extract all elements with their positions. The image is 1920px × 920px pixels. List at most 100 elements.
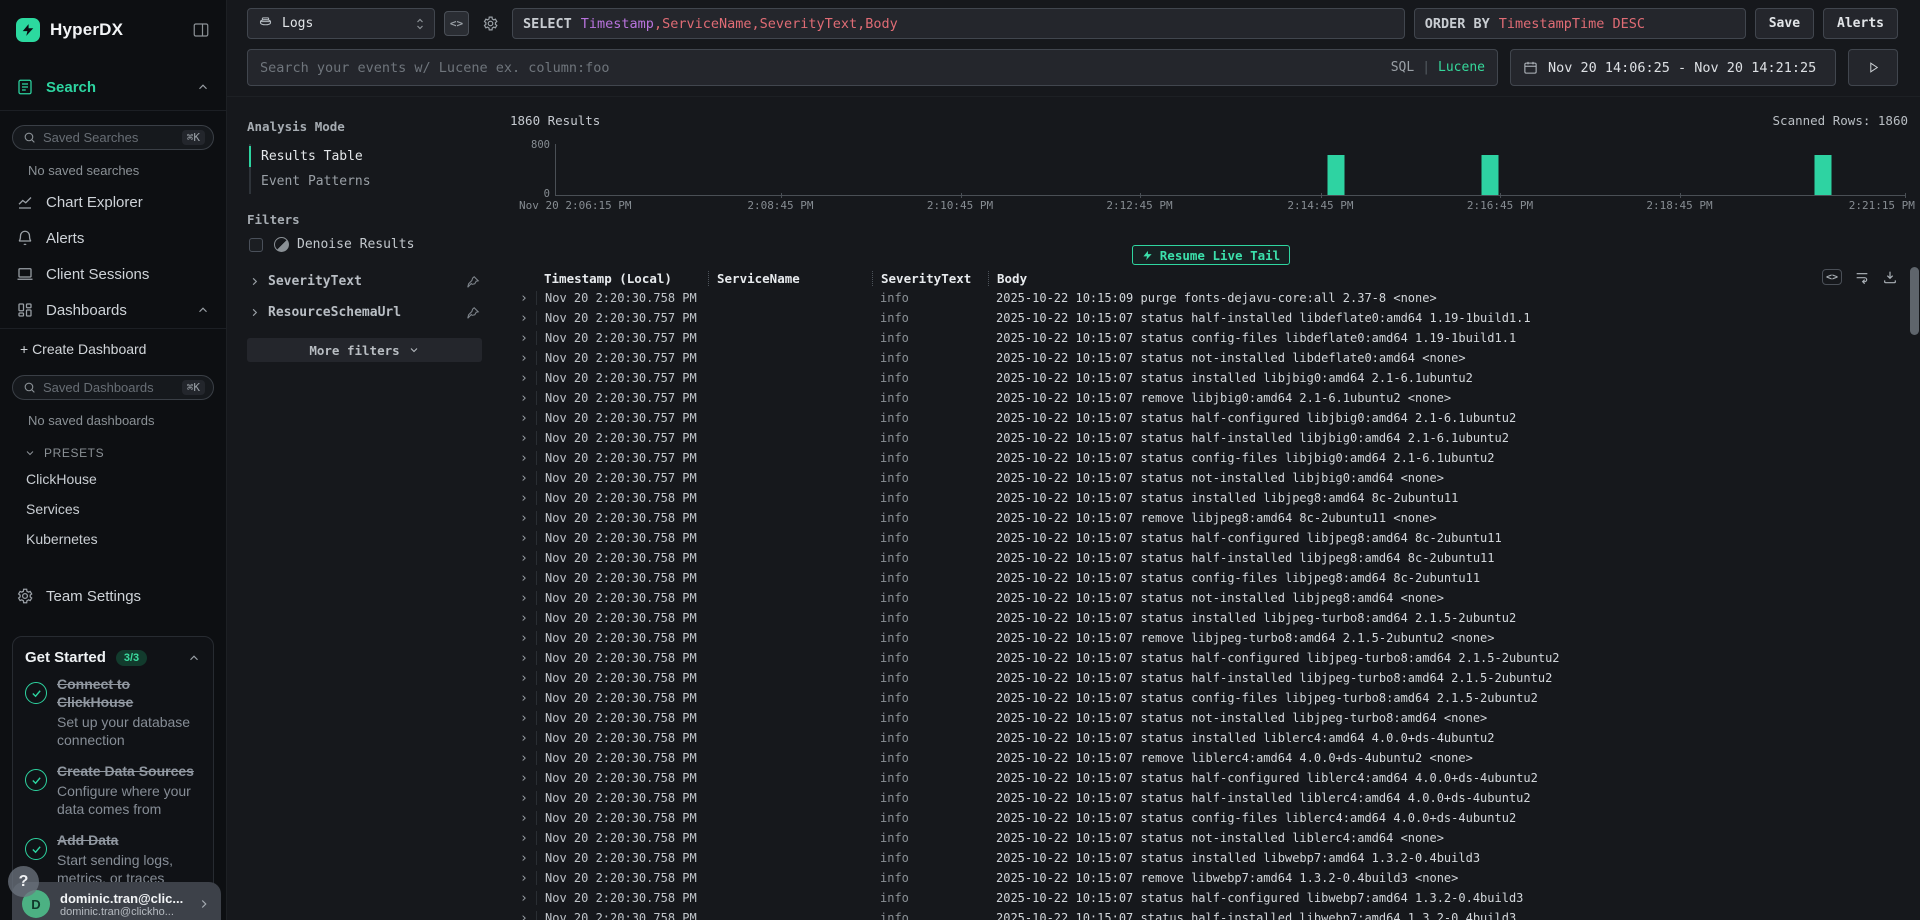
table-row[interactable]: ›Nov 20 2:20:30.758 PMinfo2025-10-22 10:… — [510, 828, 1912, 848]
sidebar-item-team-settings[interactable]: Team Settings — [0, 578, 226, 614]
row-expand-chevron[interactable]: › — [510, 411, 536, 426]
column-header-servicename[interactable]: ServiceName — [708, 271, 872, 286]
row-expand-chevron[interactable]: › — [510, 631, 536, 646]
row-expand-chevron[interactable]: › — [510, 451, 536, 466]
select-columns-input[interactable]: SELECT Timestamp,ServiceName,SeverityTex… — [512, 8, 1405, 39]
row-expand-chevron[interactable]: › — [510, 911, 536, 920]
sidebar-item-search[interactable]: Search — [0, 64, 226, 111]
run-query-button[interactable] — [1848, 49, 1898, 86]
table-row[interactable]: ›Nov 20 2:20:30.758 PMinfo2025-10-22 10:… — [510, 488, 1912, 508]
chevron-up-icon[interactable] — [187, 651, 201, 665]
table-row[interactable]: ›Nov 20 2:20:30.758 PMinfo2025-10-22 10:… — [510, 588, 1912, 608]
table-row[interactable]: ›Nov 20 2:20:30.758 PMinfo2025-10-22 10:… — [510, 668, 1912, 688]
wrap-lines-icon[interactable] — [1854, 269, 1870, 285]
mode-results-table[interactable]: Results Table — [251, 144, 482, 169]
row-expand-chevron[interactable]: › — [510, 311, 536, 326]
table-row[interactable]: ›Nov 20 2:20:30.757 PMinfo2025-10-22 10:… — [510, 468, 1912, 488]
filter-group-resourceschemaurl[interactable]: ResourceSchemaUrl — [247, 297, 482, 328]
table-row[interactable]: ›Nov 20 2:20:30.758 PMinfo2025-10-22 10:… — [510, 628, 1912, 648]
lucene-mode-option[interactable]: Lucene — [1438, 60, 1485, 75]
row-expand-chevron[interactable]: › — [510, 891, 536, 906]
table-row[interactable]: ›Nov 20 2:20:30.758 PMinfo2025-10-22 10:… — [510, 708, 1912, 728]
vertical-scrollbar[interactable] — [1910, 267, 1919, 920]
row-expand-chevron[interactable]: › — [510, 571, 536, 586]
sidebar-item-client-sessions[interactable]: Client Sessions — [0, 256, 226, 292]
more-filters-button[interactable]: More filters — [247, 338, 482, 362]
row-expand-chevron[interactable]: › — [510, 771, 536, 786]
chevron-up-icon[interactable] — [196, 303, 210, 317]
table-row[interactable]: ›Nov 20 2:20:30.758 PMinfo2025-10-22 10:… — [510, 288, 1912, 308]
create-dashboard-button[interactable]: + Create Dashboard — [0, 329, 226, 361]
row-expand-chevron[interactable]: › — [510, 691, 536, 706]
table-row[interactable]: ›Nov 20 2:20:30.757 PMinfo2025-10-22 10:… — [510, 308, 1912, 328]
row-expand-chevron[interactable]: › — [510, 871, 536, 886]
table-row[interactable]: ›Nov 20 2:20:30.757 PMinfo2025-10-22 10:… — [510, 368, 1912, 388]
column-header-severitytext[interactable]: SeverityText — [872, 271, 988, 286]
denoise-checkbox[interactable] — [249, 238, 263, 252]
table-row[interactable]: ›Nov 20 2:20:30.758 PMinfo2025-10-22 10:… — [510, 808, 1912, 828]
row-expand-chevron[interactable]: › — [510, 431, 536, 446]
table-row[interactable]: ›Nov 20 2:20:30.757 PMinfo2025-10-22 10:… — [510, 328, 1912, 348]
preset-kubernetes[interactable]: Kubernetes — [0, 524, 226, 554]
column-header-timestamp[interactable]: Timestamp (Local) — [536, 271, 708, 286]
help-button[interactable]: ? — [8, 866, 39, 897]
query-settings-button[interactable] — [478, 11, 503, 36]
pin-icon[interactable] — [466, 306, 480, 320]
sidebar-item-dashboards[interactable]: Dashboards — [0, 292, 226, 329]
row-expand-chevron[interactable]: › — [510, 351, 536, 366]
row-expand-chevron[interactable]: › — [510, 651, 536, 666]
table-row[interactable]: ›Nov 20 2:20:30.758 PMinfo2025-10-22 10:… — [510, 788, 1912, 808]
row-expand-chevron[interactable]: › — [510, 671, 536, 686]
event-search-input[interactable]: Search your events w/ Lucene ex. column:… — [247, 49, 1498, 86]
user-menu[interactable]: D dominic.tran@clic... dominic.tran@clic… — [12, 882, 221, 920]
table-row[interactable]: ›Nov 20 2:20:30.758 PMinfo2025-10-22 10:… — [510, 568, 1912, 588]
table-row[interactable]: ›Nov 20 2:20:30.757 PMinfo2025-10-22 10:… — [510, 428, 1912, 448]
filter-group-severitytext[interactable]: SeverityText — [247, 266, 482, 297]
table-row[interactable]: ›Nov 20 2:20:30.758 PMinfo2025-10-22 10:… — [510, 728, 1912, 748]
sidebar-collapse-icon[interactable] — [192, 21, 210, 39]
order-by-input[interactable]: ORDER BY TimestampTime DESC — [1414, 8, 1746, 39]
code-view-icon[interactable]: <> — [1822, 269, 1842, 285]
row-expand-chevron[interactable]: › — [510, 491, 536, 506]
saved-dashboards-input[interactable]: Saved Dashboards ⌘K — [12, 375, 214, 400]
row-expand-chevron[interactable]: › — [510, 371, 536, 386]
scrollbar-thumb[interactable] — [1910, 267, 1919, 335]
table-row[interactable]: ›Nov 20 2:20:30.758 PMinfo2025-10-22 10:… — [510, 848, 1912, 868]
table-row[interactable]: ›Nov 20 2:20:30.758 PMinfo2025-10-22 10:… — [510, 868, 1912, 888]
row-expand-chevron[interactable]: › — [510, 851, 536, 866]
table-row[interactable]: ›Nov 20 2:20:30.758 PMinfo2025-10-22 10:… — [510, 548, 1912, 568]
save-button[interactable]: Save — [1755, 8, 1814, 39]
row-expand-chevron[interactable]: › — [510, 471, 536, 486]
preset-clickhouse[interactable]: ClickHouse — [0, 464, 226, 494]
row-expand-chevron[interactable]: › — [510, 591, 536, 606]
preset-services[interactable]: Services — [0, 494, 226, 524]
pin-icon[interactable] — [466, 275, 480, 289]
table-row[interactable]: ›Nov 20 2:20:30.758 PMinfo2025-10-22 10:… — [510, 688, 1912, 708]
denoise-results-toggle[interactable]: Denoise Results — [249, 237, 482, 252]
sidebar-item-chart-explorer[interactable]: Chart Explorer — [0, 184, 226, 220]
download-icon[interactable] — [1882, 269, 1898, 285]
get-started-step[interactable]: Connect to ClickHouse Set up your databa… — [25, 676, 201, 749]
table-row[interactable]: ›Nov 20 2:20:30.758 PMinfo2025-10-22 10:… — [510, 768, 1912, 788]
resume-live-tail-button[interactable]: Resume Live Tail — [1132, 245, 1290, 265]
get-started-step[interactable]: Create Data Sources Configure where your… — [25, 763, 201, 818]
row-expand-chevron[interactable]: › — [510, 751, 536, 766]
table-row[interactable]: ›Nov 20 2:20:30.758 PMinfo2025-10-22 10:… — [510, 648, 1912, 668]
table-row[interactable]: ›Nov 20 2:20:30.758 PMinfo2025-10-22 10:… — [510, 888, 1912, 908]
table-row[interactable]: ›Nov 20 2:20:30.757 PMinfo2025-10-22 10:… — [510, 448, 1912, 468]
table-row[interactable]: ›Nov 20 2:20:30.757 PMinfo2025-10-22 10:… — [510, 348, 1912, 368]
source-select[interactable]: Logs — [247, 8, 435, 39]
alerts-button[interactable]: Alerts — [1823, 8, 1898, 39]
row-expand-chevron[interactable]: › — [510, 331, 536, 346]
row-expand-chevron[interactable]: › — [510, 711, 536, 726]
sql-mode-option[interactable]: SQL — [1391, 60, 1414, 75]
row-expand-chevron[interactable]: › — [510, 531, 536, 546]
row-expand-chevron[interactable]: › — [510, 731, 536, 746]
column-header-body[interactable]: Body — [988, 271, 1912, 286]
row-expand-chevron[interactable]: › — [510, 551, 536, 566]
row-expand-chevron[interactable]: › — [510, 391, 536, 406]
row-expand-chevron[interactable]: › — [510, 791, 536, 806]
row-expand-chevron[interactable]: › — [510, 811, 536, 826]
table-row[interactable]: ›Nov 20 2:20:30.758 PMinfo2025-10-22 10:… — [510, 748, 1912, 768]
table-row[interactable]: ›Nov 20 2:20:30.758 PMinfo2025-10-22 10:… — [510, 508, 1912, 528]
